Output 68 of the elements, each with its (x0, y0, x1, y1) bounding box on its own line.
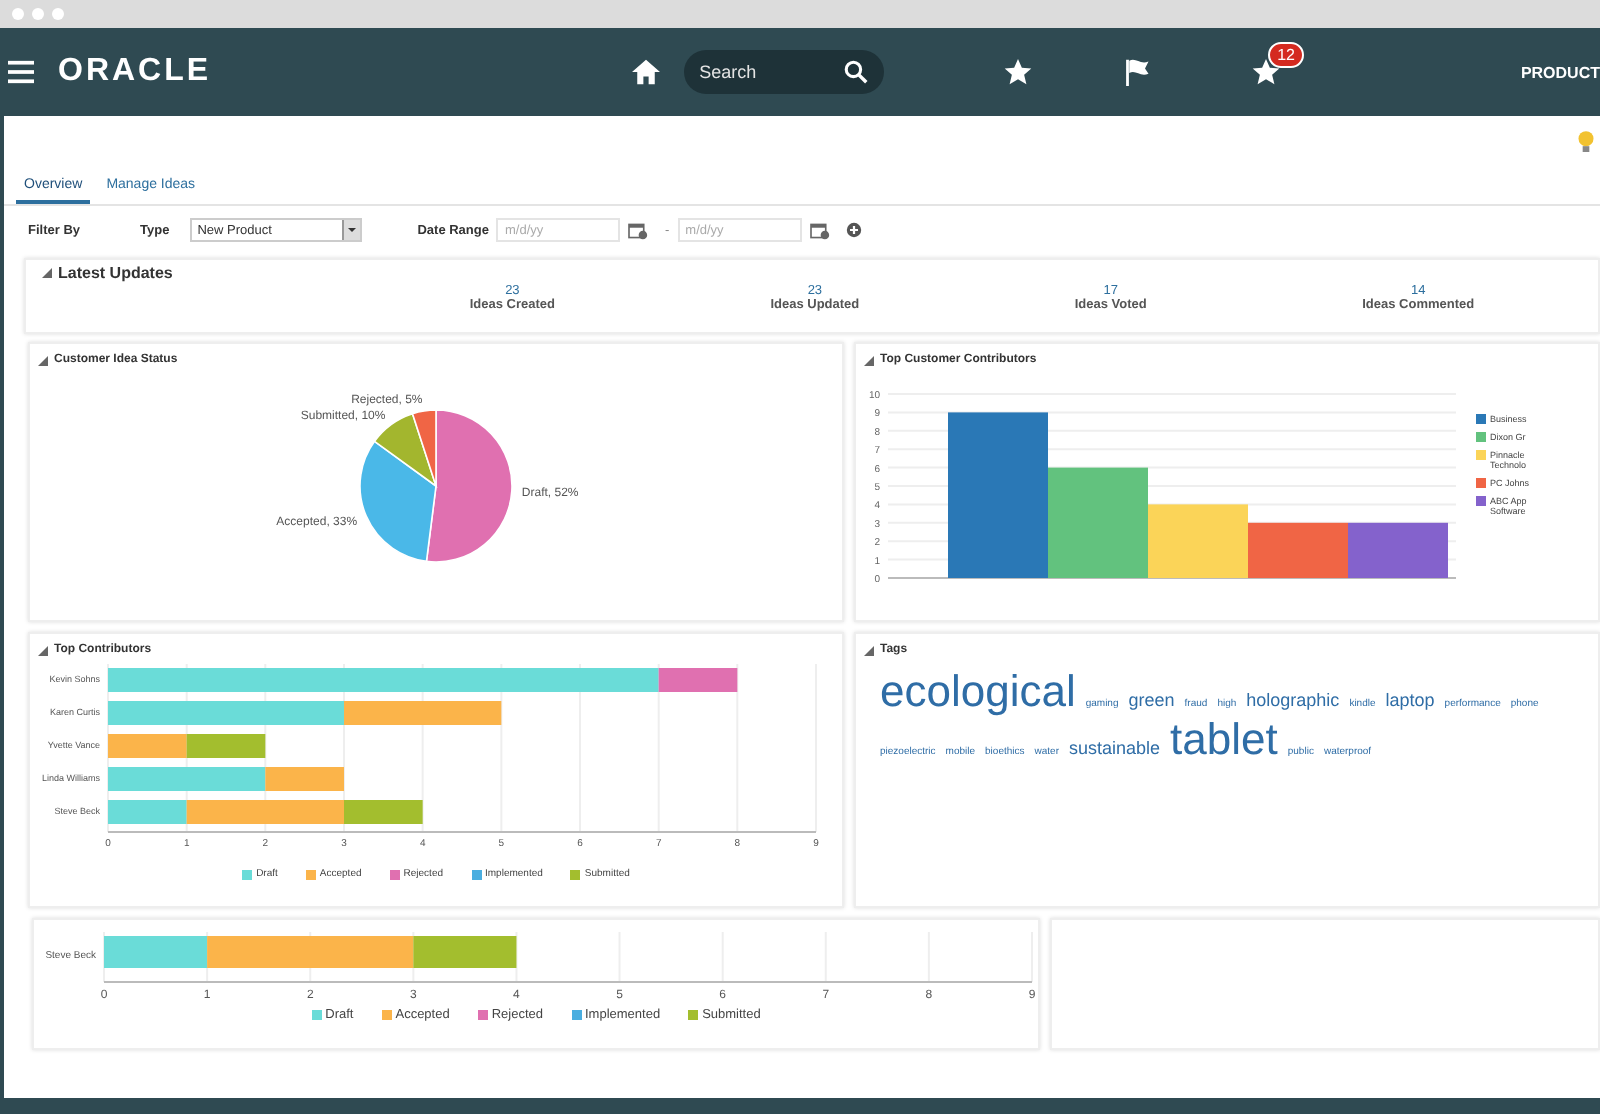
legend-swatch (688, 1010, 699, 1020)
bar-segment[interactable] (103, 936, 207, 968)
pie-slice[interactable] (359, 440, 437, 563)
legend-swatch (1476, 478, 1486, 488)
flag-icon[interactable] (1123, 58, 1152, 86)
collapse-icon[interactable] (38, 355, 48, 365)
legend-swatch (1476, 432, 1486, 442)
search-input[interactable]: Search (699, 62, 840, 82)
legend-swatch (1476, 496, 1486, 506)
window-dot-icon[interactable] (52, 8, 64, 20)
bar-segment[interactable] (108, 668, 659, 692)
legend-swatch (571, 1010, 581, 1020)
legend-swatch (242, 869, 253, 879)
bar-segment[interactable] (658, 668, 738, 692)
legend-swatch (389, 869, 400, 879)
collapse-icon[interactable] (864, 355, 874, 365)
chart-bar[interactable] (1148, 504, 1248, 578)
legend-swatch (311, 1010, 322, 1020)
caret-icon (341, 220, 360, 240)
tag-link[interactable]: holographic (1246, 692, 1340, 712)
star-icon[interactable] (1003, 58, 1032, 86)
tag-link[interactable]: laptop (1385, 692, 1435, 712)
notification-count: 12 (1267, 42, 1305, 68)
search-icon[interactable] (843, 60, 868, 84)
chart-bar[interactable] (1048, 467, 1148, 578)
panel-title: Latest Updates (58, 264, 173, 282)
legend-swatch (471, 869, 481, 879)
home-icon[interactable] (631, 58, 660, 86)
collapse-icon[interactable] (864, 645, 874, 655)
bar-segment[interactable] (108, 767, 266, 791)
tag-link[interactable]: tablet (1170, 716, 1278, 765)
bar-segment[interactable] (412, 936, 516, 968)
chart-bar[interactable] (948, 412, 1048, 578)
collapse-icon[interactable] (42, 268, 52, 278)
search-field[interactable]: Search (683, 50, 884, 94)
legend-swatch (381, 1010, 392, 1020)
legend-swatch (477, 1010, 488, 1020)
lightbulb-icon[interactable] (1576, 130, 1596, 154)
pie-slice[interactable] (425, 409, 513, 563)
legend-swatch (305, 869, 316, 879)
bar-segment[interactable] (206, 936, 413, 968)
bar-segment[interactable] (108, 800, 187, 824)
bar-segment[interactable] (186, 734, 266, 758)
menu-icon[interactable] (8, 60, 34, 84)
bar-segment[interactable] (344, 701, 502, 725)
bar-segment[interactable] (344, 800, 423, 824)
tag-link[interactable]: green (1128, 692, 1175, 712)
bar-segment[interactable] (108, 701, 344, 725)
bar-segment[interactable] (108, 734, 187, 758)
calendar-icon[interactable] (809, 221, 830, 239)
chart-bar[interactable] (1348, 522, 1448, 578)
bar-segment[interactable] (186, 800, 344, 824)
window-dot-icon[interactable] (12, 8, 24, 20)
brand-logo[interactable]: ORACLE (58, 54, 212, 90)
legend-swatch (570, 869, 581, 879)
collapse-icon[interactable] (38, 645, 48, 655)
bar-segment[interactable] (265, 767, 344, 791)
pie-slice[interactable] (411, 409, 437, 487)
tag-link[interactable]: ecological (880, 668, 1076, 717)
tag-link[interactable]: sustainable (1069, 740, 1161, 761)
legend-swatch (1476, 450, 1486, 460)
legend-swatch (1476, 414, 1486, 424)
chart-bar[interactable] (1248, 522, 1348, 578)
notification-icon[interactable] (1251, 58, 1280, 86)
product-menu[interactable]: PRODUCT (1520, 63, 1600, 81)
calendar-icon[interactable] (628, 221, 649, 239)
window-dot-icon[interactable] (32, 8, 44, 20)
add-circle-icon[interactable] (845, 222, 862, 238)
